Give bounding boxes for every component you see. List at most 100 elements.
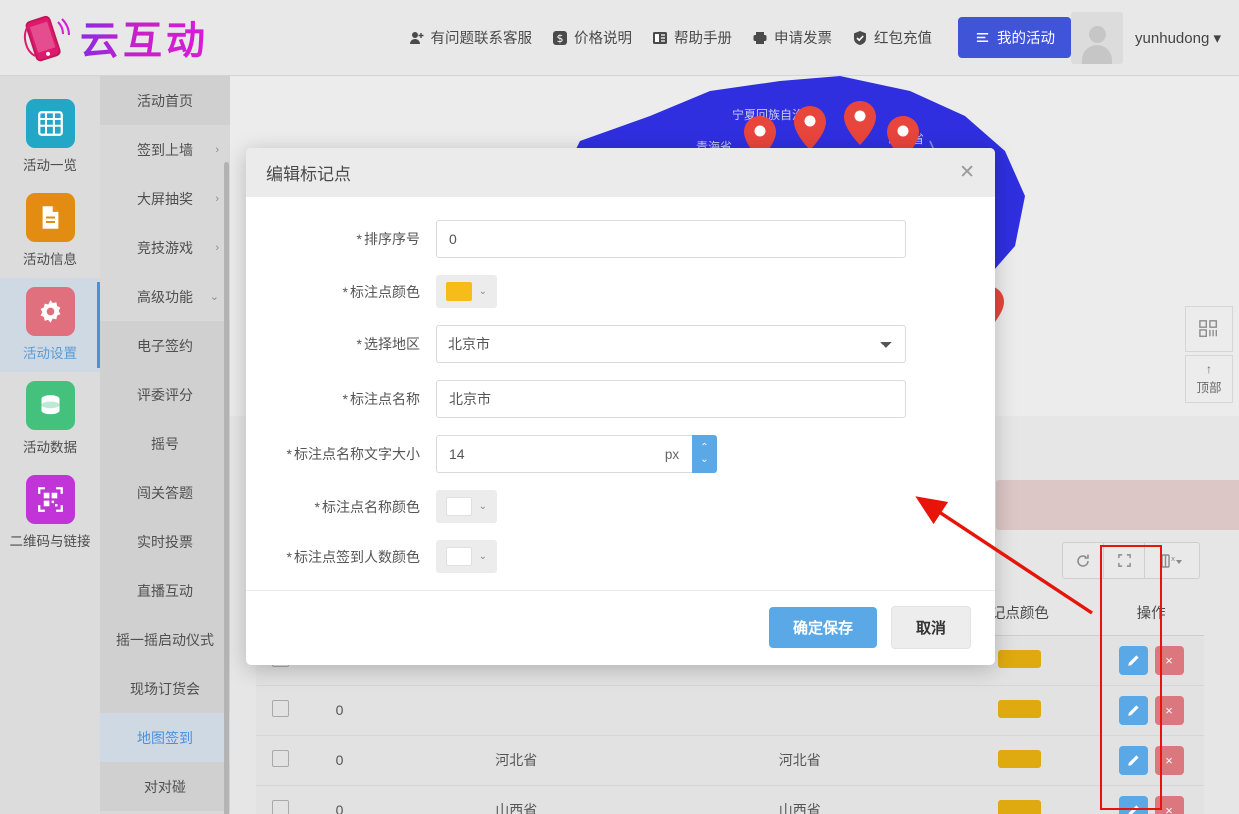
delete-button[interactable]: × xyxy=(1155,696,1184,725)
sidebar-label: 活动设置 xyxy=(23,342,77,362)
refresh-icon[interactable] xyxy=(1063,543,1104,578)
row-checkbox-cell xyxy=(256,685,305,735)
label-order: *排序序号 xyxy=(246,229,436,249)
sidebar-item-qrcode-links[interactable]: 二维码与链接 xyxy=(0,466,100,560)
submenu-label: 现场订货会 xyxy=(130,679,200,699)
color-preview xyxy=(446,547,472,566)
submenu-item-games[interactable]: 竞技游戏› xyxy=(100,223,230,272)
delete-button[interactable]: × xyxy=(1155,796,1184,814)
marker-name-input[interactable] xyxy=(436,380,906,418)
field-row-marker-name: *标注点名称 xyxy=(246,380,995,418)
user-area[interactable]: yunhudong ▾ xyxy=(1071,12,1221,64)
submenu-scrollbar[interactable] xyxy=(224,162,229,814)
table-row[interactable]: 0 山西省 山西省 × xyxy=(256,785,1204,814)
list-icon xyxy=(974,30,990,46)
submenu-item-order-meeting[interactable]: 现场订货会 xyxy=(100,664,230,713)
nav-item-redpacket[interactable]: 红包充值 xyxy=(852,27,932,48)
chevron-down-icon: ▾ xyxy=(1213,30,1221,47)
field-row-region: *选择地区 北京市 xyxy=(246,325,995,363)
submenu-item-shake-ceremony[interactable]: 摇一摇启动仪式 xyxy=(100,615,230,664)
submenu-item-esign[interactable]: 电子签约 xyxy=(100,321,230,370)
row-color-cell xyxy=(942,735,1099,785)
sidebar-label: 活动信息 xyxy=(23,248,77,268)
brand-logo[interactable]: 云互动 xyxy=(18,10,241,66)
submenu-item-map-signin[interactable]: 地图签到 xyxy=(100,713,230,762)
back-to-top-icon[interactable]: ↑ 顶部 xyxy=(1185,355,1233,403)
submenu-item-judge-score[interactable]: 评委评分 xyxy=(100,370,230,419)
edit-button[interactable] xyxy=(1119,746,1148,775)
sidebar-item-activity-info[interactable]: 活动信息 xyxy=(0,184,100,278)
username-label: yunhudong xyxy=(1135,30,1209,47)
nav-item-price[interactable]: $ 价格说明 xyxy=(552,27,632,48)
font-size-input[interactable] xyxy=(436,435,652,473)
fullscreen-icon[interactable] xyxy=(1104,543,1145,578)
nav-item-contact-service[interactable]: 有问题联系客服 xyxy=(409,27,533,48)
row-order: 0 xyxy=(305,685,375,735)
delete-button[interactable]: × xyxy=(1155,646,1184,675)
save-button[interactable]: 确定保存 xyxy=(769,607,877,648)
submenu-item-draw-number[interactable]: 摇号 xyxy=(100,419,230,468)
nav-item-invoice[interactable]: 申请发票 xyxy=(752,27,832,48)
label-text: 标注点名称 xyxy=(350,391,420,407)
submenu-label: 地图签到 xyxy=(137,728,193,748)
label-text: 标注点名称颜色 xyxy=(322,499,420,515)
row-checkbox[interactable] xyxy=(272,700,289,717)
submenu-label: 评委评分 xyxy=(137,385,193,405)
nav-item-manual[interactable]: 帮助手册 xyxy=(652,27,732,48)
row-checkbox[interactable] xyxy=(272,800,289,814)
modal-header: 编辑标记点 ✕ xyxy=(246,148,995,197)
layout-grid-icon[interactable] xyxy=(1185,306,1233,352)
row-checkbox-cell xyxy=(256,735,305,785)
row-region: 山西省 xyxy=(374,785,658,814)
stepper-buttons[interactable]: ⌃ ⌄ xyxy=(692,435,717,473)
cancel-button[interactable]: 取消 xyxy=(891,606,971,649)
edit-button[interactable] xyxy=(1119,796,1148,814)
submenu-item-signin-wall[interactable]: 签到上墙› xyxy=(100,125,230,174)
close-icon[interactable]: ✕ xyxy=(959,163,975,182)
my-activity-button[interactable]: 我的活动 xyxy=(958,17,1071,58)
submenu-label: 对对碰 xyxy=(144,777,186,797)
color-preview xyxy=(446,282,472,301)
submenu-item-advanced[interactable]: 高级功能⌄ xyxy=(100,272,230,321)
chevron-down-icon: ⌄ xyxy=(479,551,487,562)
stepper-down-icon[interactable]: ⌄ xyxy=(700,454,708,467)
sidebar-item-activity-list[interactable]: 活动一览 xyxy=(0,90,100,184)
submenu-item-live-interaction[interactable]: 直播互动 xyxy=(100,566,230,615)
submenu-item-pair-match[interactable]: 对对碰 xyxy=(100,762,230,811)
submenu-item-live-vote[interactable]: 实时投票 xyxy=(100,517,230,566)
edit-marker-modal: 编辑标记点 ✕ *排序序号 *标注点颜色 ⌄ xyxy=(246,148,995,665)
submenu-item-home[interactable]: 活动首页 xyxy=(100,76,230,125)
delete-button[interactable]: × xyxy=(1155,746,1184,775)
row-name: 河北省 xyxy=(658,735,942,785)
dollar-badge-icon: $ xyxy=(552,30,568,46)
name-color-picker[interactable]: ⌄ xyxy=(436,490,497,523)
icon-sidebar: 活动一览 活动信息 活动设置 活动数据 二维码与链接 xyxy=(0,76,100,814)
sidebar-label: 二维码与链接 xyxy=(10,530,91,550)
count-color-picker[interactable]: ⌄ xyxy=(436,540,497,573)
alert-banner xyxy=(996,480,1239,530)
region-select[interactable]: 北京市 xyxy=(436,325,906,363)
label-text: 标注点名称文字大小 xyxy=(294,446,420,462)
label-text: 排序序号 xyxy=(364,231,420,247)
sidebar-item-activity-data[interactable]: 活动数据 xyxy=(0,372,100,466)
table-row[interactable]: 0 河北省 河北省 × xyxy=(256,735,1204,785)
chevron-right-icon: › xyxy=(215,193,219,205)
sidebar-item-activity-settings[interactable]: 活动设置 xyxy=(0,278,100,372)
row-checkbox[interactable] xyxy=(272,750,289,767)
marker-color-picker[interactable]: ⌄ xyxy=(436,275,497,308)
submenu-label: 摇一摇启动仪式 xyxy=(116,630,214,650)
edit-button[interactable] xyxy=(1119,646,1148,675)
nav-label: 帮助手册 xyxy=(674,27,732,48)
username-menu[interactable]: yunhudong ▾ xyxy=(1135,29,1221,47)
columns-icon[interactable]: x xyxy=(1145,543,1199,578)
table-row[interactable]: 0 × xyxy=(256,685,1204,735)
stepper-up-icon[interactable]: ⌃ xyxy=(700,442,708,455)
order-input[interactable] xyxy=(436,220,906,258)
submenu-item-lottery[interactable]: 大屏抽奖› xyxy=(100,174,230,223)
submenu-item-quiz[interactable]: 闯关答题 xyxy=(100,468,230,517)
app-root: 云互动 有问题联系客服 $ 价格说明 帮助手册 xyxy=(0,0,1239,814)
row-order: 0 xyxy=(305,785,375,814)
user-avatar-icon xyxy=(1071,12,1123,64)
edit-button[interactable] xyxy=(1119,696,1148,725)
database-icon xyxy=(26,381,75,430)
